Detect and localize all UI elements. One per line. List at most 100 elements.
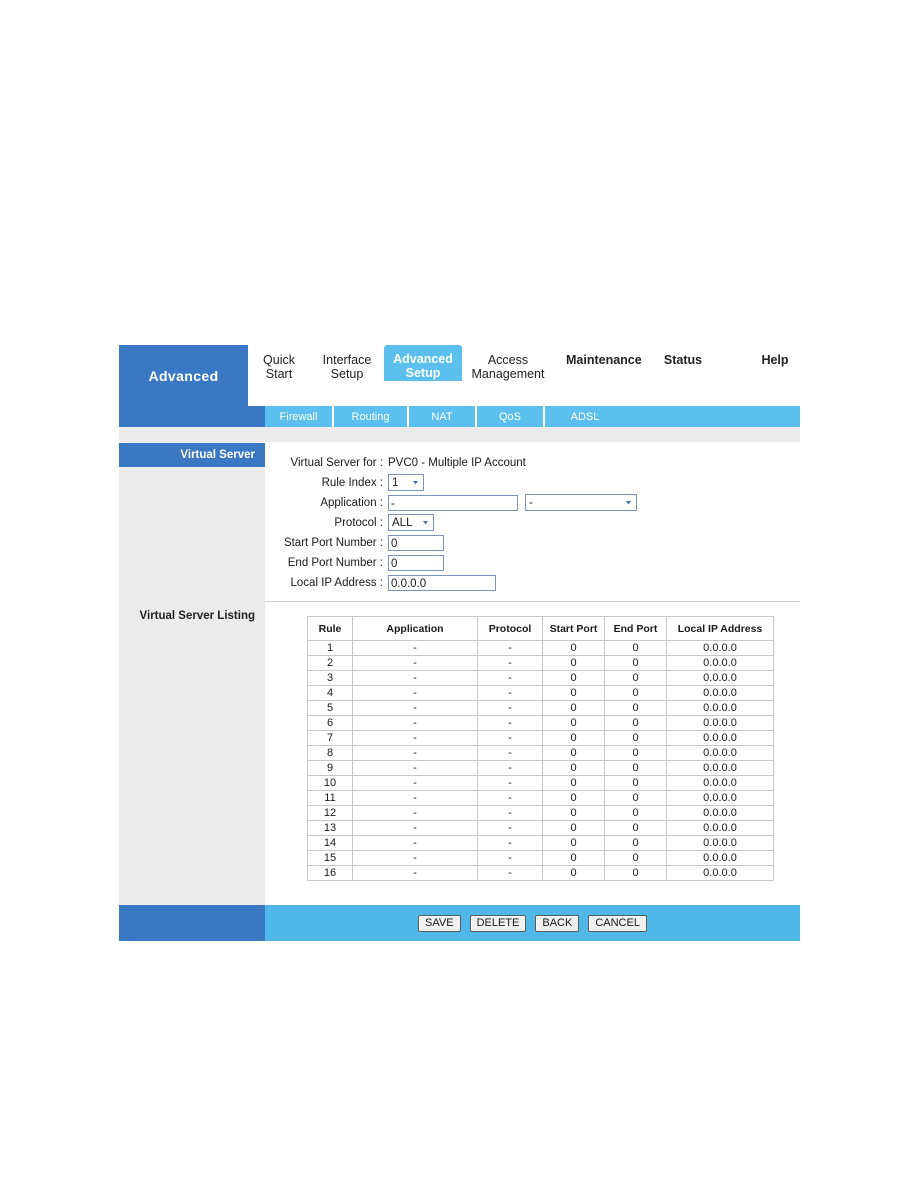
footer-left-panel xyxy=(119,905,265,941)
table-row: 4- -0 0 0.0.0.0 xyxy=(307,685,774,701)
cell-start-port: 0 xyxy=(542,730,605,746)
label-local-ip-address: Local IP Address : xyxy=(290,576,383,589)
col-header-local-ip: Local IP Address xyxy=(666,616,774,641)
cell-rule: 2 xyxy=(307,655,353,671)
table-row: 1- -0 0 0.0.0.0 xyxy=(307,640,774,656)
cell-end-port: 0 xyxy=(604,850,667,866)
cell-protocol: - xyxy=(477,850,543,866)
tab-access-management[interactable]: Access Management xyxy=(462,345,554,381)
delete-button[interactable]: DELETE xyxy=(469,914,527,932)
sidebar-item-virtual-server[interactable]: Virtual Server xyxy=(119,443,265,467)
cell-application: - xyxy=(352,640,478,656)
virtual-server-listing-table: Rule Application Protocol Start Port End… xyxy=(307,616,774,881)
cell-local-ip: 0.0.0.0 xyxy=(666,835,774,851)
tab-interface-setup[interactable]: Interface Setup xyxy=(310,345,384,381)
cell-protocol: - xyxy=(477,805,543,821)
table-row: 6- -0 0 0.0.0.0 xyxy=(307,715,774,731)
back-button[interactable]: BACK xyxy=(535,914,580,932)
row-local-ip: Local IP Address : 0.0.0.0 xyxy=(265,573,800,592)
table-row: 8- -0 0 0.0.0.0 xyxy=(307,745,774,761)
chevron-down-icon[interactable] xyxy=(418,515,433,530)
local-ip-input[interactable]: 0.0.0.0 xyxy=(388,574,496,591)
cell-rule: 9 xyxy=(307,760,353,776)
cell-end-port: 0 xyxy=(604,820,667,836)
label-protocol: Protocol : xyxy=(334,516,383,529)
cell-start-port: 0 xyxy=(542,670,605,686)
cell-application: - xyxy=(352,805,478,821)
tab-quick-start[interactable]: Quick Start xyxy=(248,345,310,381)
cell-end-port: 0 xyxy=(604,835,667,851)
cell-rule: 16 xyxy=(307,865,353,881)
subnav-item-adsl[interactable]: ADSL xyxy=(545,406,625,427)
tab-maintenance[interactable]: Maintenance xyxy=(560,345,642,378)
cell-end-port: 0 xyxy=(604,730,667,746)
subnav-item-qos[interactable]: QoS xyxy=(477,406,545,427)
col-header-rule: Rule xyxy=(307,616,353,641)
cell-start-port: 0 xyxy=(542,775,605,791)
subnav-item-nat[interactable]: NAT xyxy=(409,406,477,427)
cell-start-port: 0 xyxy=(542,685,605,701)
cell-application: - xyxy=(352,760,478,776)
cell-protocol: - xyxy=(477,730,543,746)
cell-end-port: 0 xyxy=(604,640,667,656)
cell-local-ip: 0.0.0.0 xyxy=(666,865,774,881)
table-header-row: Rule Application Protocol Start Port End… xyxy=(307,616,774,641)
chevron-down-icon[interactable] xyxy=(408,475,423,490)
cell-application: - xyxy=(352,835,478,851)
col-header-end-port: End Port xyxy=(604,616,667,641)
subnav-item-firewall[interactable]: Firewall xyxy=(265,406,334,427)
cell-end-port: 0 xyxy=(604,685,667,701)
application-preset-select[interactable]: - xyxy=(525,494,637,511)
table-row: 11- -0 0 0.0.0.0 xyxy=(307,790,774,806)
cell-rule: 8 xyxy=(307,745,353,761)
end-port-input[interactable]: 0 xyxy=(388,554,444,571)
cell-end-port: 0 xyxy=(604,715,667,731)
cell-local-ip: 0.0.0.0 xyxy=(666,670,774,686)
cell-local-ip: 0.0.0.0 xyxy=(666,715,774,731)
main-tab-list: Quick Start Interface Setup Advanced Set… xyxy=(248,345,800,406)
cell-protocol: - xyxy=(477,670,543,686)
save-button[interactable]: SAVE xyxy=(418,914,461,932)
cell-local-ip: 0.0.0.0 xyxy=(666,730,774,746)
cell-start-port: 0 xyxy=(542,865,605,881)
cell-local-ip: 0.0.0.0 xyxy=(666,640,774,656)
protocol-select[interactable]: ALL xyxy=(388,514,434,531)
cell-application: - xyxy=(352,775,478,791)
subnav-item-routing[interactable]: Routing xyxy=(334,406,409,427)
cell-start-port: 0 xyxy=(542,640,605,656)
cell-application: - xyxy=(352,745,478,761)
col-header-application: Application xyxy=(352,616,478,641)
chevron-down-icon[interactable] xyxy=(621,495,636,510)
cell-end-port: 0 xyxy=(604,760,667,776)
row-end-port: End Port Number : 0 xyxy=(265,553,800,572)
cell-application: - xyxy=(352,715,478,731)
cell-local-ip: 0.0.0.0 xyxy=(666,775,774,791)
cell-end-port: 0 xyxy=(604,700,667,716)
row-application: Application : - - xyxy=(265,493,800,512)
tab-status[interactable]: Status xyxy=(654,345,712,378)
footer-button-group: SAVE DELETE BACK CANCEL xyxy=(265,905,800,941)
table-row: 14- -0 0 0.0.0.0 xyxy=(307,835,774,851)
cell-rule: 7 xyxy=(307,730,353,746)
application-preset-value: - xyxy=(529,496,533,509)
tab-advanced-setup[interactable]: Advanced Setup xyxy=(384,345,462,381)
col-header-start-port: Start Port xyxy=(542,616,605,641)
cell-protocol: - xyxy=(477,655,543,671)
cell-start-port: 0 xyxy=(542,835,605,851)
cell-end-port: 0 xyxy=(604,655,667,671)
label-virtual-server-for: Virtual Server for : xyxy=(290,456,383,469)
cell-start-port: 0 xyxy=(542,760,605,776)
row-start-port: Start Port Number : 0 xyxy=(265,533,800,552)
cell-end-port: 0 xyxy=(604,775,667,791)
application-input[interactable]: - xyxy=(388,494,518,511)
tab-help[interactable]: Help xyxy=(750,345,800,378)
nav-divider-strip xyxy=(119,427,800,443)
cell-application: - xyxy=(352,685,478,701)
start-port-input[interactable]: 0 xyxy=(388,534,444,551)
cell-rule: 12 xyxy=(307,805,353,821)
cancel-button[interactable]: CANCEL xyxy=(588,914,647,932)
label-application: Application : xyxy=(320,496,383,509)
cell-protocol: - xyxy=(477,685,543,701)
cell-start-port: 0 xyxy=(542,715,605,731)
rule-index-select[interactable]: 1 xyxy=(388,474,424,491)
